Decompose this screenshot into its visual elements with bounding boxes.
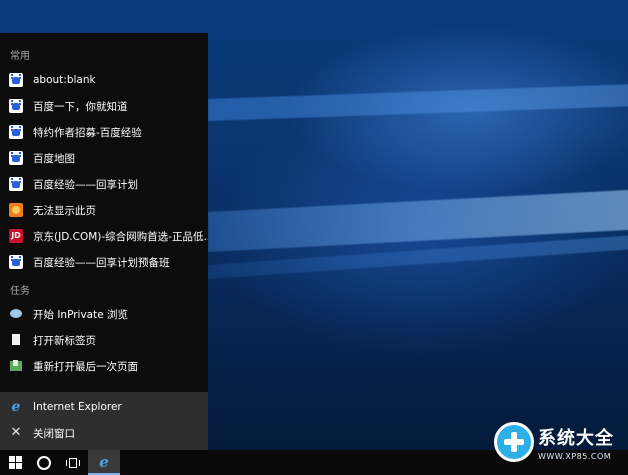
inprivate-icon [9, 307, 23, 321]
jd-icon: JD [9, 229, 23, 243]
jumplist-item-baidu-home[interactable]: 百度一下，你就知道 [0, 93, 208, 119]
close-window-label: 关闭窗口 [33, 427, 75, 440]
taskbar-internet-explorer[interactable]: e [88, 450, 120, 475]
jumplist-item-label: 百度经验——回享计划预备班 [33, 256, 170, 269]
error-page-icon [9, 203, 23, 217]
jumplist-item-label: 百度经验——回享计划 [33, 178, 138, 191]
baidu-paw-icon [9, 73, 23, 87]
start-button[interactable] [0, 450, 30, 475]
pinned-app-internet-explorer[interactable]: e Internet Explorer [0, 394, 208, 420]
jumplist-item-error-page[interactable]: 无法显示此页 [0, 197, 208, 223]
task-label: 打开新标签页 [33, 334, 96, 347]
task-label: 开始 InPrivate 浏览 [33, 308, 129, 321]
baidu-paw-icon [9, 125, 23, 139]
jumplist-item-label: 百度一下，你就知道 [33, 100, 128, 113]
new-tab-icon [9, 333, 23, 347]
cortana-circle-icon [37, 455, 51, 470]
windows-logo-icon [8, 456, 22, 469]
section-label-frequent: 常用 [10, 51, 30, 62]
baidu-paw-icon [9, 177, 23, 191]
jumplist-app-section: e Internet Explorer ✕ 关闭窗口 [0, 392, 208, 450]
baidu-paw-icon [9, 255, 23, 269]
internet-explorer-icon: e [11, 399, 21, 415]
jumplist-item-about-blank[interactable]: about:blank [0, 67, 208, 93]
jumplist-item-jd[interactable]: JD 京东(JD.COM)-综合网购首选-正品低... [0, 223, 208, 249]
watermark-url: WWW.XP85.COM [538, 452, 612, 461]
internet-explorer-icon: e [99, 452, 109, 471]
jumplist-item-baidu-jingyan[interactable]: 百度经验——回享计划 [0, 171, 208, 197]
close-icon: ✕ [10, 425, 22, 440]
reopen-session-icon [9, 359, 23, 373]
baidu-paw-icon [9, 99, 23, 113]
wallpaper-light-beam [208, 83, 628, 121]
watermark-title: 系统大全 [538, 428, 614, 449]
task-view-button[interactable] [58, 450, 88, 475]
watermark-logo-icon [494, 422, 534, 462]
jumplist-item-label: about:blank [33, 74, 96, 86]
section-label-tasks: 任务 [10, 286, 30, 297]
jumplist-item-label: 特约作者招募-百度经验 [33, 126, 142, 139]
task-reopen-last-session[interactable]: 重新打开最后一次页面 [0, 353, 208, 379]
jumplist-item-label: 百度地图 [33, 152, 75, 165]
close-window-button[interactable]: ✕ 关闭窗口 [0, 420, 208, 446]
task-start-inprivate[interactable]: 开始 InPrivate 浏览 [0, 301, 208, 327]
task-open-new-tab[interactable]: 打开新标签页 [0, 327, 208, 353]
baidu-paw-icon [9, 151, 23, 165]
task-label: 重新打开最后一次页面 [33, 360, 138, 373]
jumplist-item-label: 无法显示此页 [33, 204, 96, 217]
jumplist-item-baidu-author[interactable]: 特约作者招募-百度经验 [0, 119, 208, 145]
task-view-icon [66, 457, 80, 468]
jumplist-item-baidu-jingyan-prep[interactable]: 百度经验——回享计划预备班 [0, 249, 208, 275]
jumplist-item-baidu-map[interactable]: 百度地图 [0, 145, 208, 171]
jumplist-item-label: 京东(JD.COM)-综合网购首选-正品低... [33, 230, 208, 243]
app-label: Internet Explorer [33, 401, 122, 413]
cortana-button[interactable] [30, 450, 58, 475]
site-watermark: 系统大全 WWW.XP85.COM [494, 420, 626, 470]
ie-jump-list: 常用 about:blank 百度一下，你就知道 特约作者招募-百度经验 百度地… [0, 33, 208, 450]
